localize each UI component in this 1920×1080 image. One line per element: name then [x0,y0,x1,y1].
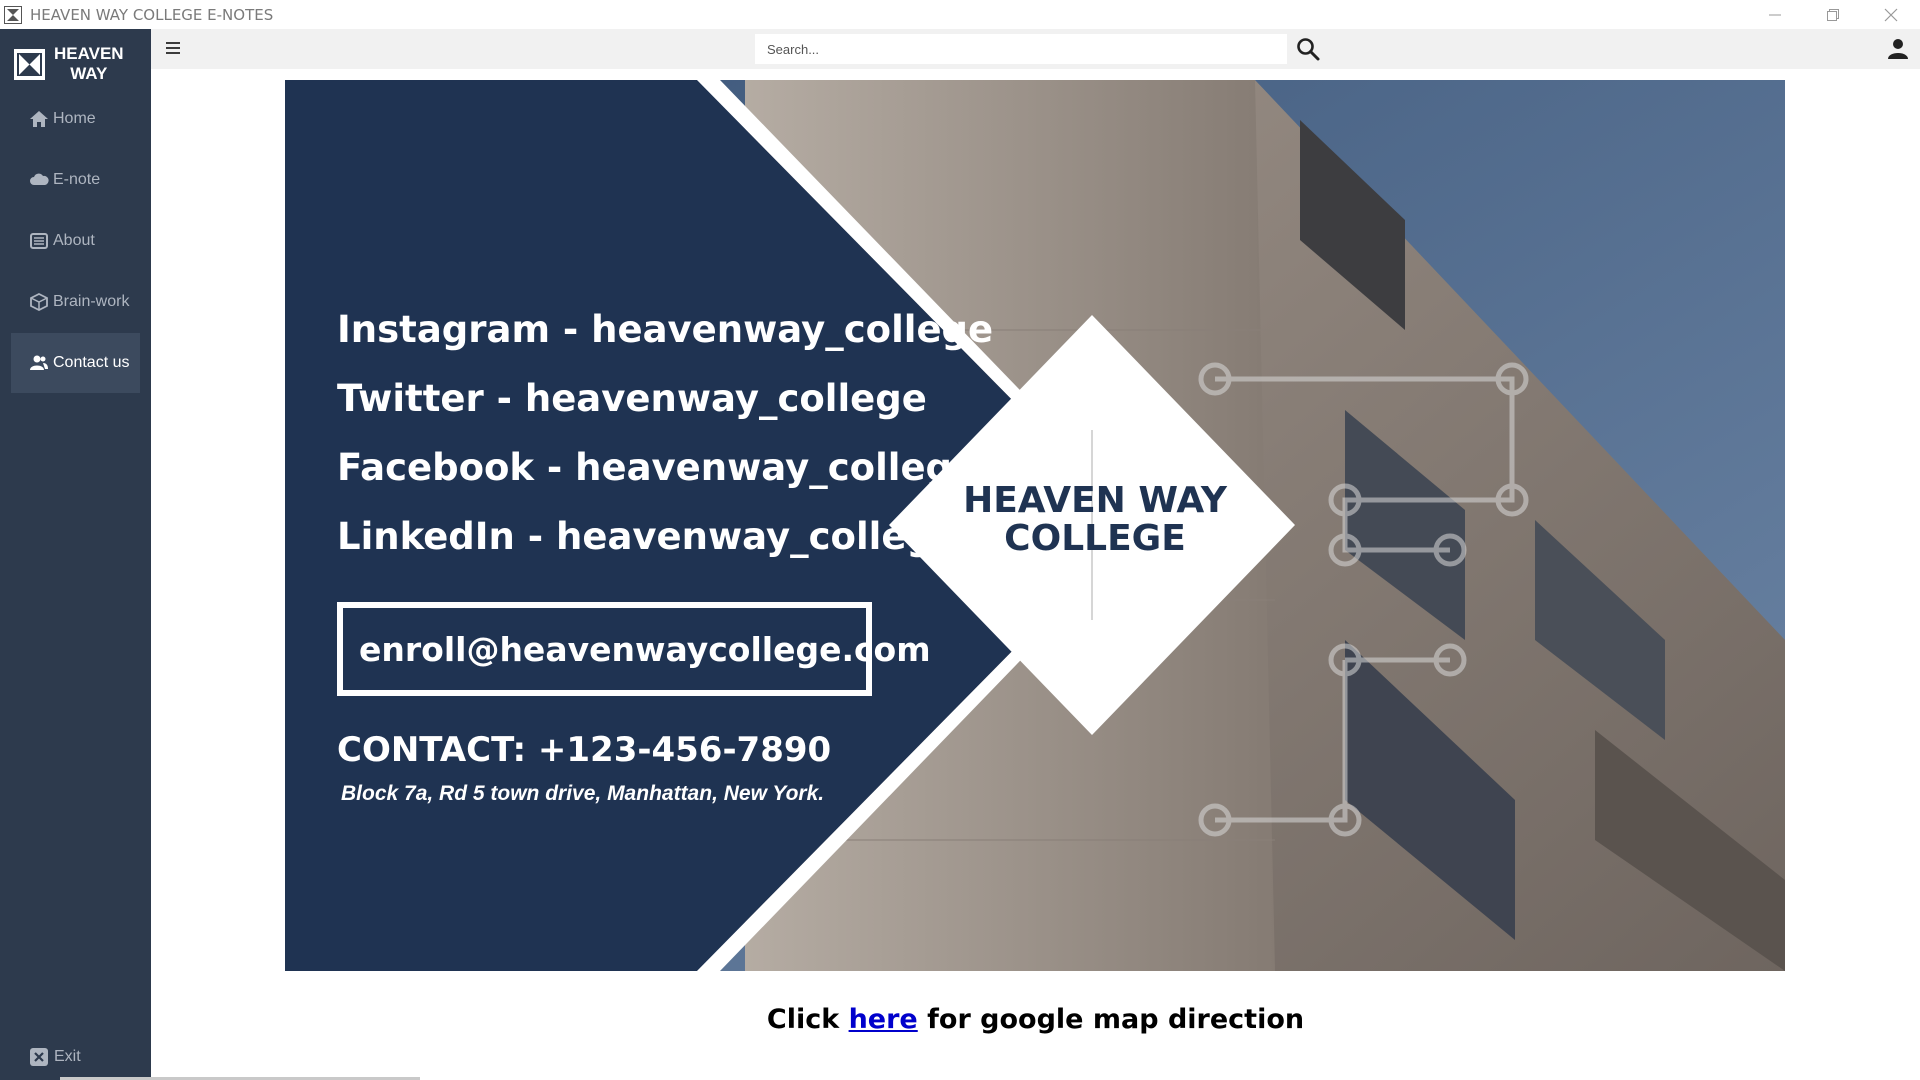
contact-phone: CONTACT: +123-456-7890 [337,730,832,770]
search-input[interactable] [755,34,1287,64]
close-box-icon [30,1048,48,1066]
sidebar-item-contact-us[interactable]: Contact us [11,333,140,393]
list-icon [30,233,48,249]
linkedin-handle: LinkedIn - heavenway_college [337,515,958,558]
exit-label: Exit [54,1048,81,1065]
title-bar: HEAVEN WAY COLLEGE E-NOTES [0,0,1920,29]
email-address: enroll@heavenwaycollege.com [337,602,931,696]
sidebar-item-about[interactable]: About [11,211,140,271]
exit-button[interactable]: Exit [29,1047,81,1067]
close-icon [1884,8,1898,21]
brand[interactable]: HEAVEN WAY [14,41,140,87]
sidebar-item-label: Contact us [53,354,130,371]
map-link[interactable]: here [849,1004,918,1035]
college-name: HEAVEN WAY COLLEGE [963,480,1227,559]
top-bar [151,29,1920,69]
address: Block 7a, Rd 5 town drive, Manhattan, Ne… [341,782,825,805]
sidebar-item-label: E-note [53,171,101,188]
map-suffix: for google map direction [927,1004,1305,1035]
user-icon[interactable] [1886,37,1910,61]
restore-icon [1827,8,1839,21]
home-icon [30,111,48,127]
search-icon[interactable] [1295,36,1321,62]
hamburger-menu-icon[interactable] [164,39,182,57]
map-direction: Click here for google map direction [151,1004,1920,1035]
cloud-icon [30,173,49,185]
sidebar-item-label: Brain-work [53,293,130,310]
instagram-handle: Instagram - heavenway_college [337,308,994,351]
sidebar-item-label: Home [53,110,96,127]
twitter-handle: Twitter - heavenway_college [337,377,927,420]
users-icon [30,355,48,370]
contact-banner: Instagram - heavenway_college Twitter - … [285,80,1785,971]
sidebar: HEAVEN WAY Home E-note About Brain-work … [0,29,151,1080]
app-logo-icon [4,5,22,24]
facebook-handle: Facebook - heavenway_college [337,446,978,489]
sidebar-item-e-note[interactable]: E-note [11,150,140,210]
window-title: HEAVEN WAY COLLEGE E-NOTES [30,5,274,24]
close-button[interactable] [1862,0,1920,29]
sidebar-item-home[interactable]: Home [11,89,140,149]
minimize-button[interactable] [1746,0,1804,29]
brand-logo-icon [14,48,45,80]
restore-button[interactable] [1804,0,1862,29]
minimize-icon [1769,14,1781,15]
sidebar-item-label: About [53,232,95,249]
map-prefix: Click [766,1004,840,1035]
box-icon [30,292,48,312]
brand-name: HEAVEN WAY [54,44,124,83]
sidebar-item-brain-work[interactable]: Brain-work [11,272,140,332]
